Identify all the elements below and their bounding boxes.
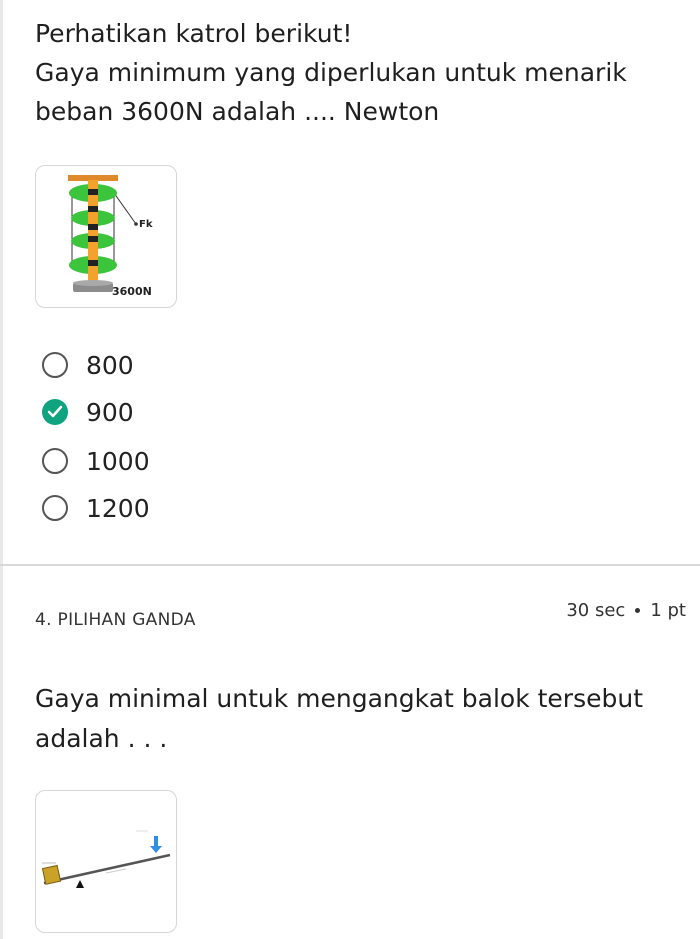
- left-border: [0, 0, 3, 939]
- force-label: Fk: [139, 219, 153, 230]
- load-label: 3600N: [112, 285, 152, 298]
- answer-option-label: 800: [86, 350, 134, 380]
- question-meta: 30 sec 1 pt: [566, 600, 686, 621]
- load-box: [41, 864, 62, 885]
- answer-option-label: 900: [86, 397, 134, 427]
- question-text-line: Perhatikan katrol berikut!: [35, 19, 353, 48]
- radio-button[interactable]: [42, 495, 68, 521]
- question-text-line: Gaya minimum yang diperlukan untuk menar…: [35, 58, 627, 87]
- points-value: 1 pt: [650, 600, 686, 621]
- question-text-line: Gaya minimal untuk mengangkat balok ters…: [35, 684, 643, 713]
- lever-image[interactable]: [35, 790, 177, 933]
- question-divider: [0, 564, 700, 566]
- lever-diagram: [36, 829, 176, 895]
- radio-button[interactable]: [42, 448, 68, 474]
- question-text-line: beban 3600N adalah .... Newton: [35, 97, 440, 126]
- pulley-axle: [88, 180, 98, 283]
- pulley-diagram: Fk 3600N: [68, 175, 153, 298]
- pulley-image[interactable]: Fk 3600N: [35, 165, 177, 308]
- separator-dot: [635, 608, 641, 613]
- answer-option[interactable]: 1200: [42, 491, 150, 525]
- answer-option-selected[interactable]: 900: [42, 395, 134, 429]
- answer-option[interactable]: 1000: [42, 444, 150, 478]
- time-limit: 30 sec: [566, 600, 626, 621]
- answer-option-label: 1200: [86, 493, 150, 523]
- answer-option[interactable]: 800: [42, 348, 134, 382]
- question-type-label: 4. PILIHAN GANDA: [35, 610, 196, 630]
- radio-button[interactable]: [42, 352, 68, 378]
- question-text-line: adalah . . .: [35, 724, 168, 753]
- answer-option-label: 1000: [86, 446, 150, 476]
- checked-radio-icon[interactable]: [42, 399, 68, 425]
